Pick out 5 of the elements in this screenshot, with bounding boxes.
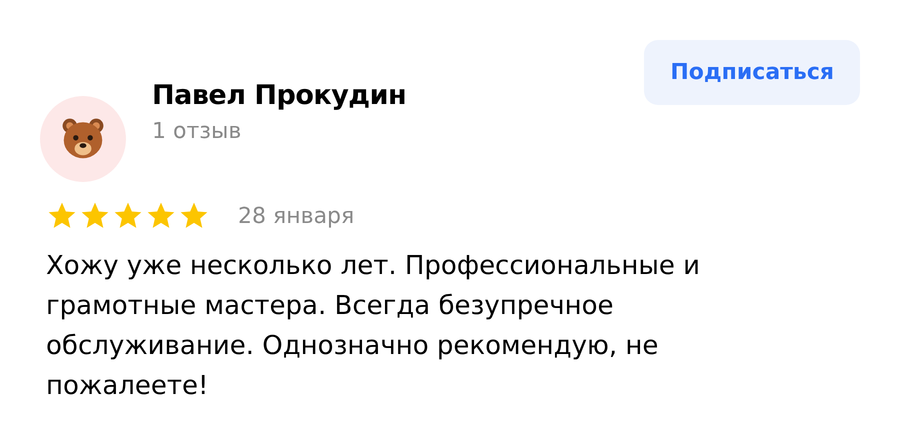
subscribe-button[interactable]: Подписаться xyxy=(644,40,860,105)
review-text: Хожу уже несколько лет. Профессиональные и грамотные мастера. Всегда безупречное обслуживание. Однозначно рекомендую, не пожалеете! xyxy=(46,250,702,403)
review-count: 1 отзыв xyxy=(152,119,242,144)
review-date: 28 января xyxy=(238,204,354,228)
author-name: Павел Прокудин xyxy=(152,80,406,111)
